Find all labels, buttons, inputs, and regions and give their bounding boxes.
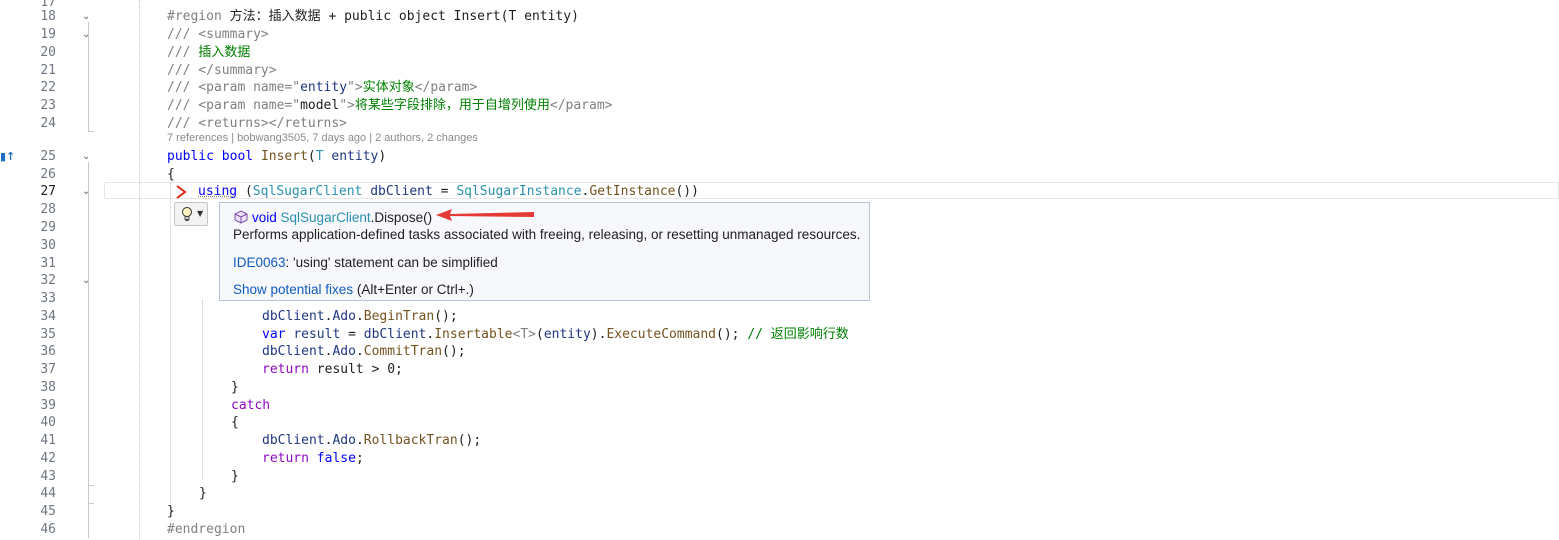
line-number-current: 27 (40, 184, 56, 199)
show-fixes-link[interactable]: Show potential fixes (233, 282, 353, 297)
code-line-38[interactable]: } (231, 379, 239, 397)
line-number: 45 (40, 504, 56, 519)
tooltip-method: .Dispose() (370, 210, 433, 225)
tooltip-description: Performs application-defined tasks assoc… (233, 227, 861, 242)
line-number: 44 (40, 486, 56, 501)
bookmark-arrow-icon[interactable]: ▮↑ (0, 150, 15, 163)
line-number: 29 (40, 220, 56, 235)
line-number: 41 (40, 433, 56, 448)
indent-guide (139, 0, 141, 540)
line-number: 26 (40, 167, 56, 182)
code-line-35[interactable]: var result = dbClient.Insertable<T>(enti… (262, 326, 849, 344)
fold-guide-tick (88, 503, 94, 504)
line-number: 20 (40, 45, 56, 60)
line-number: 46 (40, 522, 56, 537)
code-line-27[interactable]: using (SqlSugarClient dbClient = SqlSuga… (198, 183, 699, 201)
code-line-24[interactable]: /// <returns></returns> (167, 115, 347, 133)
line-number: 38 (40, 380, 56, 395)
line-number: 23 (40, 98, 56, 113)
code-line-42[interactable]: return false; (262, 450, 364, 468)
code-line-39[interactable]: catch (231, 397, 270, 415)
code-line-40[interactable]: { (231, 414, 239, 432)
method-cube-icon (234, 210, 248, 224)
code-line-22[interactable]: /// <param name="entity">实体对象</param> (167, 79, 477, 97)
line-number: 33 (40, 291, 56, 306)
quick-actions-button[interactable]: ▼ (174, 202, 208, 226)
code-line-26[interactable]: { (167, 166, 175, 184)
chevron-right-icon[interactable] (174, 184, 190, 200)
line-number: 34 (40, 309, 56, 324)
line-number: 31 (40, 256, 56, 271)
code-line-46[interactable]: #endregion (167, 521, 245, 539)
line-number: 36 (40, 344, 56, 359)
quick-info-tooltip: void SqlSugarClient.Dispose() Performs a… (219, 202, 870, 301)
fold-chevron-icon[interactable] (82, 12, 92, 22)
line-number: 25 (40, 149, 56, 164)
code-line-25[interactable]: public bool Insert(T entity) (167, 148, 386, 166)
code-line-20[interactable]: /// 插入数据 (167, 44, 250, 62)
line-number: 42 (40, 451, 56, 466)
code-line-23[interactable]: /// <param name="model">将某些字段排除，用于自增列使用<… (167, 97, 613, 115)
fold-guide (88, 22, 90, 132)
fold-guide-tick (88, 131, 94, 132)
fold-guide (88, 162, 90, 538)
fold-chevron-icon[interactable] (82, 152, 92, 162)
tooltip-diagnostic: IDE0063: 'using' statement can be simpli… (233, 255, 498, 270)
line-number: 28 (40, 202, 56, 217)
line-gutter: 17 18 19 20 21 22 23 24 25 26 27 28 29 3… (0, 0, 105, 540)
code-line-21[interactable]: /// </summary> (167, 62, 277, 80)
code-line-36[interactable]: dbClient.Ado.CommitTran(); (262, 343, 466, 361)
indent-guide (170, 182, 172, 512)
fold-chevron-icon[interactable] (82, 276, 92, 286)
code-line-43[interactable]: } (231, 468, 239, 486)
fold-guide-tick (88, 485, 94, 486)
line-number: 19 (40, 27, 56, 42)
codelens-references[interactable]: 7 references | bobwang3505, 7 days ago |… (167, 132, 478, 144)
dropdown-arrow-icon: ▼ (197, 209, 204, 218)
line-number: 22 (40, 80, 56, 95)
line-number: 24 (40, 116, 56, 131)
tooltip-signature: void SqlSugarClient.Dispose() (234, 210, 432, 225)
line-number: 35 (40, 327, 56, 342)
code-line-18[interactable]: #region 方法：插入数据 + public object Insert(T… (167, 8, 579, 26)
annotation-arrow (436, 209, 534, 221)
code-line-37[interactable]: return result > 0; (262, 361, 403, 379)
code-line-34[interactable]: dbClient.Ado.BeginTran(); (262, 308, 458, 326)
code-line-19[interactable]: /// <summary> (167, 26, 269, 44)
line-number: 40 (40, 415, 56, 430)
lightbulb-icon (182, 207, 192, 221)
ide-code-link[interactable]: IDE0063 (233, 255, 286, 270)
tooltip-class-link[interactable]: SqlSugarClient (281, 210, 371, 225)
line-number: 37 (40, 362, 56, 377)
code-line-41[interactable]: dbClient.Ado.RollbackTran(); (262, 432, 481, 450)
fold-chevron-icon[interactable] (82, 30, 92, 40)
line-number: 43 (40, 469, 56, 484)
tooltip-return-type: void (252, 210, 277, 225)
line-number: 30 (40, 238, 56, 253)
tooltip-fixes: Show potential fixes (Alt+Enter or Ctrl+… (233, 282, 474, 297)
fold-chevron-icon[interactable] (82, 187, 92, 197)
indent-guide (202, 300, 204, 480)
line-number: 32 (40, 273, 56, 288)
line-number: 21 (40, 63, 56, 78)
line-number: 18 (40, 9, 56, 24)
line-number: 39 (40, 398, 56, 413)
code-line-44[interactable]: } (199, 485, 207, 503)
code-line-45[interactable]: } (167, 503, 175, 521)
